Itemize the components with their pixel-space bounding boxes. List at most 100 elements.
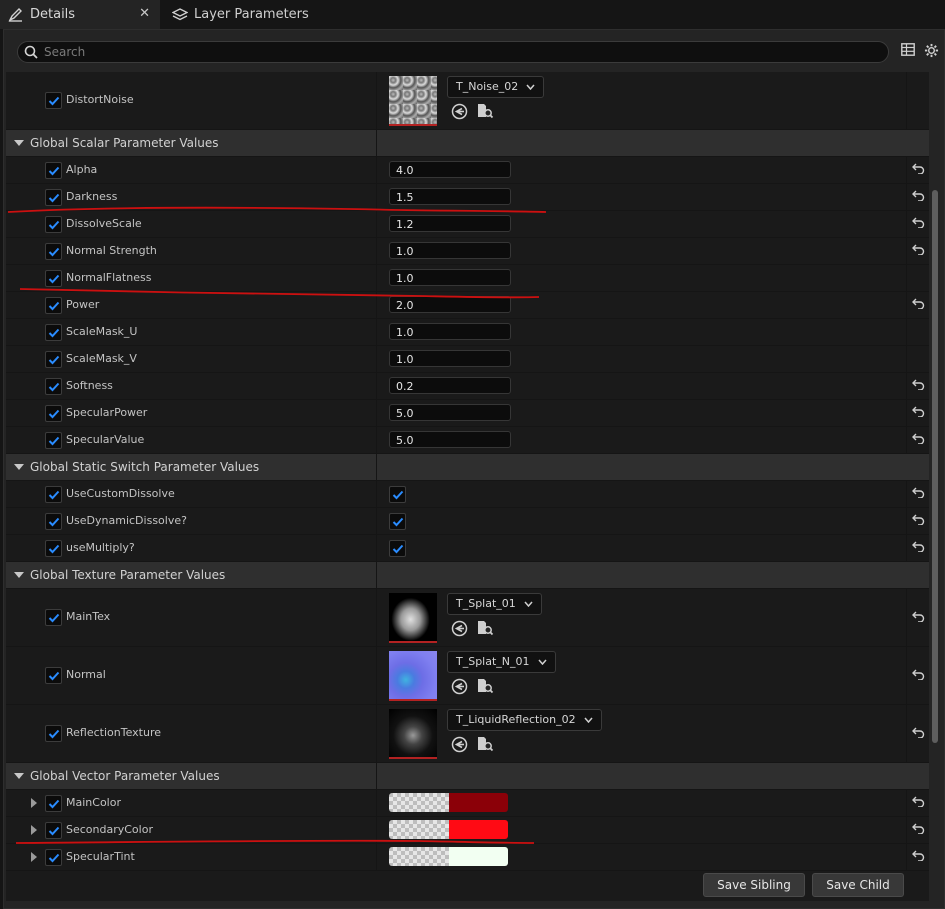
search-bar[interactable] — [17, 41, 889, 63]
reset-to-default-icon[interactable] — [912, 244, 925, 258]
override-checkbox[interactable] — [45, 216, 62, 233]
override-checkbox[interactable] — [45, 351, 62, 368]
use-selected-asset-icon[interactable] — [451, 620, 468, 640]
caret-down-icon[interactable] — [14, 773, 24, 779]
override-checkbox[interactable] — [45, 513, 62, 530]
category-global-texture[interactable]: Global Texture Parameter Values — [6, 562, 929, 589]
reset-to-default-icon[interactable] — [912, 379, 925, 393]
browse-asset-icon[interactable] — [476, 620, 494, 640]
reset-to-default-icon[interactable] — [912, 611, 925, 625]
reset-to-default-icon[interactable] — [912, 433, 925, 447]
param-name: ScaleMask_V — [66, 352, 137, 365]
asset-picker-dropdown[interactable]: T_LiquidReflection_02 — [447, 709, 602, 731]
asset-picker-dropdown[interactable]: T_Splat_01 — [447, 593, 542, 615]
category-global-scalar[interactable]: Global Scalar Parameter Values — [6, 130, 929, 157]
color-swatch[interactable] — [389, 847, 508, 866]
caret-down-icon[interactable] — [14, 140, 24, 146]
override-checkbox[interactable] — [45, 270, 62, 287]
override-checkbox[interactable] — [45, 795, 62, 812]
param-name: SpecularPower — [66, 406, 148, 419]
scalar-param-row: ScaleMask_U 1.0 — [6, 319, 929, 346]
settings-gear-icon[interactable] — [924, 43, 939, 58]
scalar-value-input[interactable]: 4.0 — [389, 161, 511, 178]
reset-to-default-icon[interactable] — [912, 217, 925, 231]
save-sibling-button[interactable]: Save Sibling — [703, 873, 805, 897]
override-checkbox[interactable] — [45, 432, 62, 449]
override-checkbox[interactable] — [45, 849, 62, 866]
reset-to-default-icon[interactable] — [912, 190, 925, 204]
scalar-value-input[interactable]: 1.2 — [389, 215, 511, 232]
override-checkbox[interactable] — [45, 92, 62, 109]
expand-arrow-icon[interactable] — [31, 852, 37, 862]
reset-to-default-icon[interactable] — [912, 823, 925, 837]
asset-picker-dropdown[interactable]: T_Noise_02 — [447, 76, 545, 98]
category-global-static-switch[interactable]: Global Static Switch Parameter Values — [6, 454, 929, 481]
override-checkbox[interactable] — [45, 725, 62, 742]
param-name: MainColor — [66, 796, 121, 809]
override-checkbox[interactable] — [45, 297, 62, 314]
override-checkbox[interactable] — [45, 189, 62, 206]
reset-to-default-icon[interactable] — [912, 727, 925, 741]
scalar-value-input[interactable]: 1.0 — [389, 323, 511, 340]
param-name: UseCustomDissolve — [66, 487, 175, 500]
reset-to-default-icon[interactable] — [912, 514, 925, 528]
browse-asset-icon[interactable] — [476, 736, 494, 756]
asset-picker-dropdown[interactable]: T_Splat_N_01 — [447, 651, 556, 673]
texture-thumbnail[interactable] — [389, 709, 437, 759]
scalar-value-input[interactable]: 1.0 — [389, 350, 511, 367]
reset-to-default-icon[interactable] — [912, 669, 925, 683]
override-checkbox[interactable] — [45, 486, 62, 503]
scrollbar-thumb[interactable] — [932, 190, 938, 743]
scalar-value-input[interactable]: 5.0 — [389, 431, 511, 448]
scalar-value-input[interactable]: 2.0 — [389, 296, 511, 313]
use-selected-asset-icon[interactable] — [451, 103, 468, 123]
chevron-down-icon — [526, 84, 535, 90]
scalar-value-input[interactable]: 5.0 — [389, 404, 511, 421]
texture-thumbnail[interactable] — [389, 651, 437, 701]
reset-to-default-icon[interactable] — [912, 487, 925, 501]
texture-thumbnail[interactable] — [389, 76, 437, 126]
caret-down-icon[interactable] — [14, 572, 24, 578]
override-checkbox[interactable] — [45, 378, 62, 395]
expand-arrow-icon[interactable] — [31, 825, 37, 835]
category-global-vector[interactable]: Global Vector Parameter Values — [6, 763, 929, 790]
search-input[interactable] — [44, 45, 844, 59]
override-checkbox[interactable] — [45, 609, 62, 626]
switch-value-checkbox[interactable] — [389, 486, 406, 503]
save-child-button[interactable]: Save Child — [812, 873, 904, 897]
texture-thumbnail[interactable] — [389, 593, 437, 643]
reset-to-default-icon[interactable] — [912, 298, 925, 312]
override-checkbox[interactable] — [45, 405, 62, 422]
browse-asset-icon[interactable] — [476, 103, 494, 123]
reset-to-default-icon[interactable] — [912, 541, 925, 555]
scalar-value-input[interactable]: 0.2 — [389, 377, 511, 394]
override-checkbox[interactable] — [45, 822, 62, 839]
color-swatch[interactable] — [389, 793, 508, 812]
table-view-icon[interactable] — [901, 43, 915, 56]
override-checkbox[interactable] — [45, 162, 62, 179]
browse-asset-icon[interactable] — [476, 678, 494, 698]
tab-layer-parameters[interactable]: Layer Parameters — [164, 0, 344, 29]
param-name: DistortNoise — [66, 93, 134, 106]
reset-to-default-icon[interactable] — [912, 163, 925, 177]
close-icon[interactable]: ✕ — [139, 6, 150, 21]
expand-arrow-icon[interactable] — [31, 798, 37, 808]
switch-value-checkbox[interactable] — [389, 540, 406, 557]
reset-to-default-icon[interactable] — [912, 796, 925, 810]
caret-down-icon[interactable] — [14, 464, 24, 470]
override-checkbox[interactable] — [45, 243, 62, 260]
scalar-value-input[interactable]: 1.5 — [389, 188, 511, 205]
override-checkbox[interactable] — [45, 667, 62, 684]
switch-value-checkbox[interactable] — [389, 513, 406, 530]
override-checkbox[interactable] — [45, 540, 62, 557]
param-name: SpecularValue — [66, 433, 145, 446]
use-selected-asset-icon[interactable] — [451, 736, 468, 756]
tab-details[interactable]: Details ✕ — [0, 0, 160, 29]
scalar-value-input[interactable]: 1.0 — [389, 269, 511, 286]
reset-to-default-icon[interactable] — [912, 850, 925, 864]
override-checkbox[interactable] — [45, 324, 62, 341]
color-swatch[interactable] — [389, 820, 508, 839]
scalar-value-input[interactable]: 1.0 — [389, 242, 511, 259]
reset-to-default-icon[interactable] — [912, 406, 925, 420]
use-selected-asset-icon[interactable] — [451, 678, 468, 698]
